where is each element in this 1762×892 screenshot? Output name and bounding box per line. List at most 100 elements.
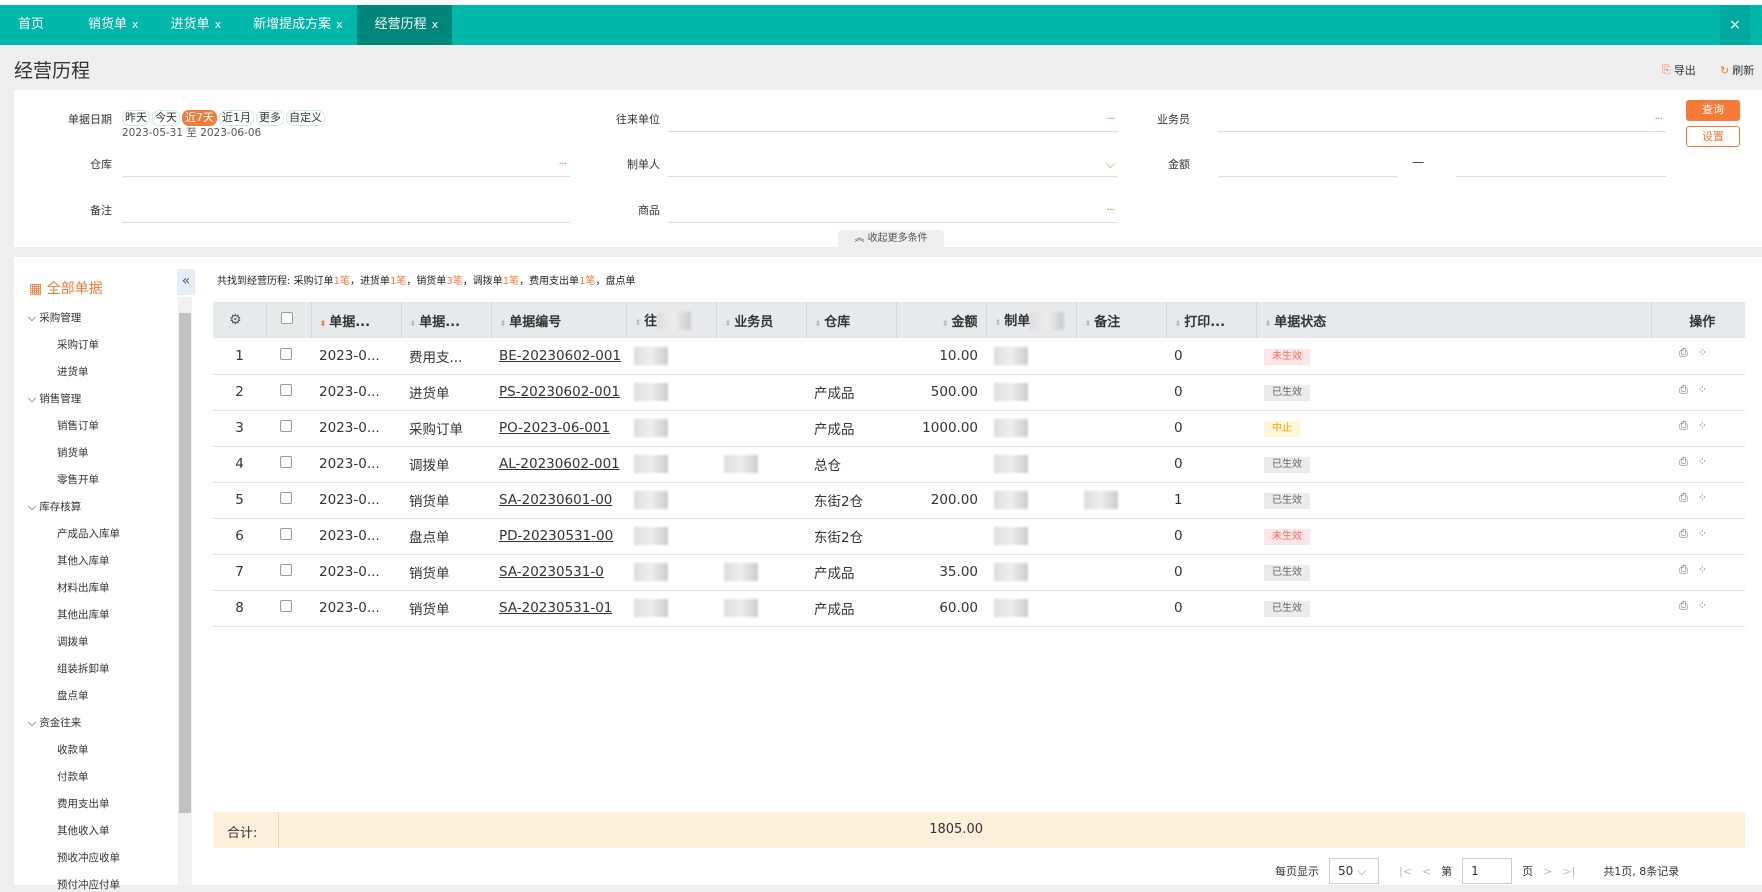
column-header[interactable]: ⬍ 单据... (311, 302, 402, 338)
column-header[interactable]: ⬍ 备注 (1076, 302, 1167, 338)
row-checkbox[interactable] (280, 420, 292, 432)
column-header[interactable]: ⬍ 往 (626, 302, 717, 338)
more-actions-icon[interactable]: ⁘ (1698, 383, 1717, 396)
column-header[interactable]: ⬍ 仓库 (806, 302, 897, 338)
remark-input[interactable] (122, 201, 570, 223)
gear-icon[interactable]: ⚙ (221, 312, 242, 328)
date-chip[interactable]: 昨天 (122, 110, 150, 126)
sidebar-item[interactable]: 收款单 (57, 742, 89, 757)
more-icon[interactable]: ··· (1655, 112, 1663, 125)
column-header[interactable] (266, 302, 312, 338)
row-checkbox[interactable] (280, 492, 292, 504)
sidebar-item[interactable]: 零售开单 (57, 472, 99, 487)
view-icon[interactable]: ⎙ (1679, 419, 1698, 432)
row-checkbox[interactable] (280, 600, 292, 612)
query-button[interactable]: 查询 (1686, 100, 1740, 121)
amount-max-input[interactable] (1456, 155, 1666, 177)
close-icon[interactable]: x (132, 18, 139, 31)
refresh-button[interactable]: ↻ 刷新 (1720, 62, 1754, 78)
date-chip[interactable]: 自定义 (286, 110, 325, 126)
date-chip[interactable]: 近1月 (219, 110, 254, 126)
more-actions-icon[interactable]: ⁘ (1698, 419, 1717, 432)
select-all-checkbox[interactable] (280, 312, 293, 324)
column-header[interactable]: 操作 (1651, 302, 1745, 338)
view-icon[interactable]: ⎙ (1679, 491, 1698, 504)
sort-icon[interactable]: ⬍ (1265, 319, 1272, 328)
column-header[interactable]: ⬍ 单据... (401, 302, 492, 338)
view-icon[interactable]: ⎙ (1679, 599, 1698, 612)
export-button[interactable]: ⎘ 导出 (1662, 62, 1696, 78)
sidebar-item[interactable]: 材料出库单 (57, 580, 110, 595)
per-page-select[interactable]: 50 ⌵ (1329, 858, 1379, 884)
document-code-link[interactable]: PD-20230531-00 (499, 528, 613, 544)
document-code-link[interactable]: PS-20230602-001 (499, 384, 620, 400)
row-checkbox[interactable] (280, 347, 292, 360)
table-row[interactable]: 3 2023-0... 采购订单 PO-2023-06-001 产成品 1000… (213, 410, 1745, 447)
sidebar-item[interactable]: 盘点单 (57, 688, 89, 703)
sort-icon[interactable]: ⬍ (1085, 319, 1092, 328)
sidebar-item[interactable]: 其他入库单 (57, 553, 110, 568)
sidebar-item[interactable]: 采购订单 (57, 337, 99, 352)
sort-icon[interactable]: ⬍ (725, 319, 732, 328)
creator-select[interactable]: ⌵ (668, 155, 1118, 177)
next-page-icon[interactable]: > (1543, 865, 1552, 878)
settings-button[interactable]: 设置 (1686, 126, 1740, 147)
sidebar-item[interactable]: 调拨单 (57, 634, 89, 649)
more-actions-icon[interactable]: ⁘ (1698, 346, 1717, 359)
sort-icon[interactable]: ⬍ (1175, 319, 1182, 328)
sidebar-item[interactable]: 销货单 (57, 445, 89, 460)
document-code-link[interactable]: AL-20230602-001 (499, 456, 620, 472)
date-chip[interactable]: 近7天 (182, 110, 217, 126)
date-chip[interactable]: 更多 (256, 110, 284, 126)
document-code-link[interactable]: BE-20230602-001 (499, 348, 621, 364)
table-row[interactable]: 8 2023-0... 销货单 SA-20230531-01 产成品 60.00… (213, 590, 1745, 627)
page-input[interactable]: 1 (1462, 858, 1513, 884)
table-row[interactable]: 2 2023-0... 进货单 PS-20230602-001 产成品 500.… (213, 374, 1745, 411)
sort-icon[interactable]: ⬍ (635, 318, 642, 327)
column-header[interactable]: ⬍ 单据状态 (1256, 302, 1652, 338)
close-all-tabs-button[interactable]: × (1720, 5, 1750, 45)
collapse-conditions-button[interactable]: ︽ 收起更多条件 (838, 230, 944, 247)
more-actions-icon[interactable]: ⁘ (1698, 491, 1717, 504)
sidebar-group[interactable]: ⌵ 资金往来 (28, 715, 81, 730)
column-header[interactable]: ⬍ 打印... (1166, 302, 1257, 338)
sidebar-item[interactable]: 销售订单 (57, 418, 99, 433)
sidebar-group[interactable]: ⌵ 库存核算 (28, 499, 81, 514)
view-icon[interactable]: ⎙ (1679, 563, 1698, 576)
sidebar-item[interactable]: 产成品入库单 (57, 526, 120, 541)
sidebar-item[interactable]: 付款单 (57, 769, 89, 784)
salesman-input[interactable]: ··· (1218, 110, 1666, 132)
last-page-icon[interactable]: >| (1562, 865, 1575, 878)
table-row[interactable]: 6 2023-0... 盘点单 PD-20230531-00 东街2仓 0 未生… (213, 518, 1745, 555)
sort-icon[interactable]: ⬍ (410, 319, 417, 328)
table-row[interactable]: 7 2023-0... 销货单 SA-20230531-0 产成品 35.00 … (213, 554, 1745, 591)
amount-min-input[interactable] (1218, 155, 1398, 177)
more-actions-icon[interactable]: ⁘ (1698, 563, 1717, 576)
sidebar-group[interactable]: ⌵ 采购管理 (28, 310, 81, 325)
tab-0[interactable]: 首页 (0, 5, 70, 45)
column-header[interactable]: ⬍ 制单 (986, 302, 1077, 338)
sort-icon[interactable]: ⬍ (995, 318, 1002, 327)
sidebar-item[interactable]: 组装拆卸单 (57, 661, 110, 676)
table-row[interactable]: 5 2023-0... 销货单 SA-20230601-00 东街2仓 200.… (213, 482, 1745, 519)
more-icon[interactable]: ··· (1107, 203, 1115, 216)
column-header[interactable]: ⬍ 金额 (896, 302, 987, 338)
view-icon[interactable]: ⎙ (1679, 346, 1698, 359)
sort-icon[interactable]: ⬍ (500, 319, 507, 328)
table-row[interactable]: 4 2023-0... 调拨单 AL-20230602-001 总仓 0 已生效… (213, 446, 1745, 483)
sort-icon[interactable]: ⬍ (815, 319, 822, 328)
warehouse-input[interactable]: ··· (122, 155, 570, 177)
table-row[interactable]: 1 2023-0... 费用支... BE-20230602-001 10.00… (213, 338, 1745, 375)
first-page-icon[interactable]: |< (1399, 865, 1412, 878)
row-checkbox[interactable] (280, 528, 292, 540)
document-code-link[interactable]: SA-20230531-0 (499, 564, 604, 580)
sidebar-scrollbar-thumb[interactable] (179, 313, 191, 813)
sort-icon[interactable]: ⬍ (942, 319, 949, 328)
view-icon[interactable]: ⎙ (1679, 527, 1698, 540)
document-code-link[interactable]: SA-20230601-00 (499, 492, 612, 508)
sidebar-collapse-button[interactable]: « (177, 269, 195, 295)
sidebar-item[interactable]: 预收冲应收单 (57, 850, 120, 865)
partner-input[interactable]: ··· (668, 110, 1118, 132)
column-header[interactable]: ⚙ (213, 302, 267, 338)
sort-icon[interactable]: ⬍ (320, 319, 327, 328)
